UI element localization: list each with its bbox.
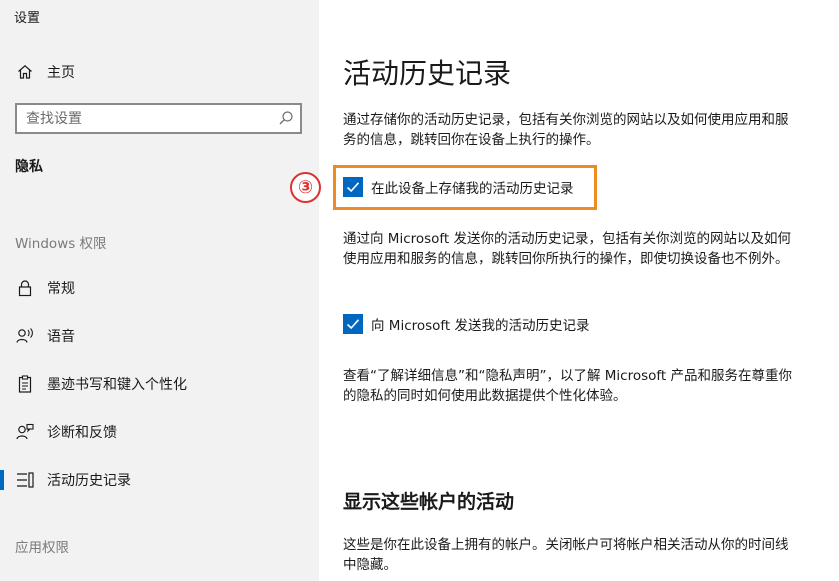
activity-history-icon (16, 471, 34, 489)
send-history-checkbox-row[interactable]: 向 Microsoft 发送我的活动历史记录 (343, 313, 590, 335)
sidebar: 设置 主页 隐私 Windows 权限 常规 语音 墨迹书写和键入个性化 (0, 0, 319, 581)
active-indicator (0, 470, 4, 490)
send-history-checkbox-label: 向 Microsoft 发送我的活动历史记录 (371, 318, 590, 334)
store-history-checkbox-label: 在此设备上存储我的活动历史记录 (371, 181, 574, 197)
sidebar-item-label: 墨迹书写和键入个性化 (47, 377, 187, 393)
app-title: 设置 (14, 11, 41, 26)
sidebar-item-activity-history[interactable]: 活动历史记录 (0, 460, 319, 500)
store-history-checkbox[interactable] (343, 177, 363, 197)
clipboard-icon (16, 375, 34, 393)
step-marker: ③ (290, 172, 321, 203)
section-header-app-permissions: 应用权限 (15, 540, 69, 556)
sidebar-item-label: 主页 (47, 65, 75, 81)
description-store-history: 通过存储你的活动历史记录，包括有关你浏览的网站以及如何使用应用和服务的信息，跳转… (343, 112, 789, 148)
section-header-privacy: 隐私 (15, 159, 43, 175)
search-input[interactable] (17, 105, 257, 132)
sidebar-item-label: 常规 (47, 281, 75, 297)
sidebar-item-label: 活动历史记录 (47, 473, 131, 489)
checkmark-icon (346, 182, 360, 193)
speech-icon (16, 327, 34, 345)
sidebar-item-general[interactable]: 常规 (0, 268, 319, 308)
sidebar-item-home[interactable]: 主页 (0, 52, 319, 92)
privacy-info-text: 查看“了解详细信息”和“隐私声明”，以了解 Microsoft 产品和服务在尊重… (343, 368, 792, 404)
description-send-history: 通过向 Microsoft 发送你的活动历史记录，包括有关你浏览的网站以及如何使… (343, 231, 792, 267)
search-icon[interactable] (278, 110, 294, 126)
sidebar-item-speech[interactable]: 语音 (0, 316, 319, 356)
feedback-icon (16, 423, 34, 441)
checkmark-icon (346, 319, 360, 330)
lock-icon (16, 279, 34, 297)
section-title-accounts: 显示这些帐户的活动 (343, 491, 515, 513)
sidebar-item-label: 诊断和反馈 (47, 425, 117, 441)
accounts-description: 这些是你在此设备上拥有的帐户。关闭帐户可将帐户相关活动从你的时间线中隐藏。 (343, 537, 789, 573)
sidebar-item-diagnostics-feedback[interactable]: 诊断和反馈 (0, 412, 319, 452)
store-history-checkbox-row[interactable]: 在此设备上存储我的活动历史记录 (343, 176, 574, 198)
page-title: 活动历史记录 (343, 57, 512, 90)
search-box[interactable] (15, 103, 302, 134)
sidebar-item-label: 语音 (47, 329, 75, 345)
send-history-checkbox[interactable] (343, 314, 363, 334)
home-icon (16, 63, 34, 81)
sidebar-item-inking-typing[interactable]: 墨迹书写和键入个性化 (0, 364, 319, 404)
section-header-windows-permissions: Windows 权限 (15, 236, 107, 252)
